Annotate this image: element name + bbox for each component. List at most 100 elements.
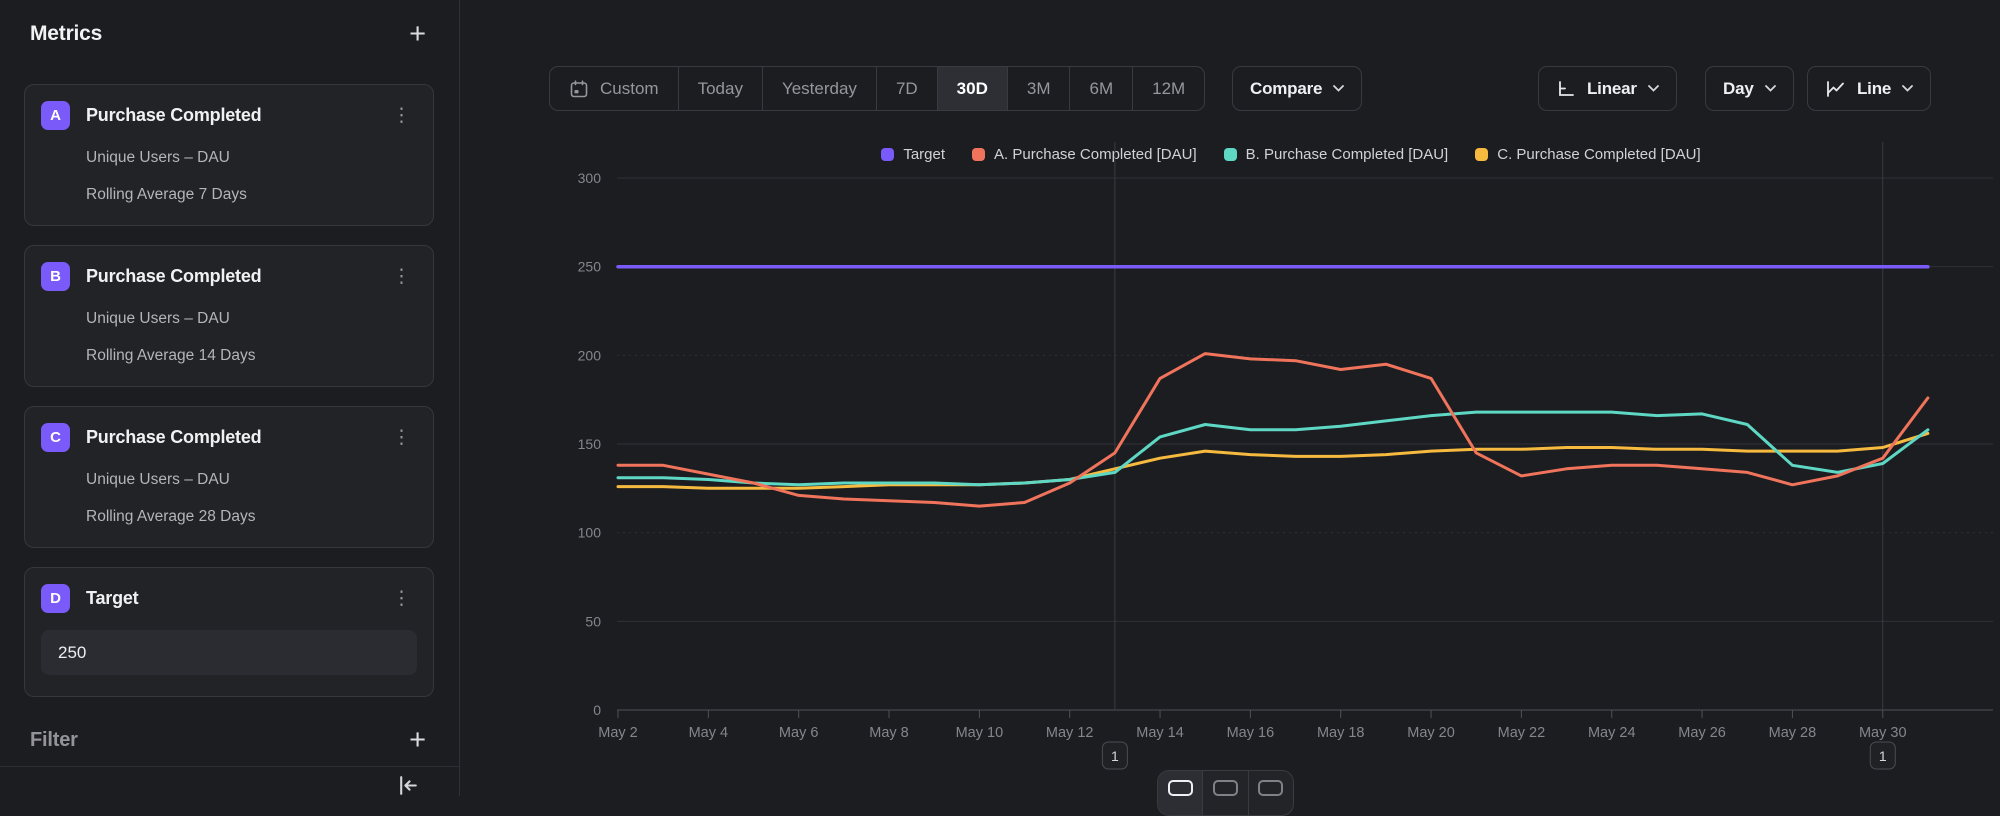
filter-title: Filter xyxy=(30,729,78,752)
range-option-today[interactable]: Today xyxy=(679,67,763,110)
filter-section: Filter + xyxy=(30,726,426,754)
x-tick-label: May 14 xyxy=(1136,725,1184,741)
metric-card-b[interactable]: B Purchase Completed ⋮ Unique Users – DAU Ro… xyxy=(24,245,434,387)
range-option-12m[interactable]: 12M xyxy=(1133,67,1204,110)
metric-badge: C xyxy=(41,423,70,452)
metric-badge: D xyxy=(41,584,70,613)
axis-scale-icon xyxy=(1556,79,1576,99)
metric-title: Purchase Completed xyxy=(86,266,370,287)
x-tick-label: May 2 xyxy=(598,725,638,741)
range-option-label: 6M xyxy=(1089,79,1113,99)
series-line-c xyxy=(618,433,1928,488)
metric-transform: Rolling Average 14 Days xyxy=(86,347,417,365)
metric-transform: Rolling Average 7 Days xyxy=(86,186,417,204)
chart-view-icon xyxy=(1168,780,1193,796)
collapse-sidebar-icon[interactable] xyxy=(396,773,421,803)
metric-transform: Rolling Average 28 Days xyxy=(86,508,417,526)
metric-measure: Unique Users – DAU xyxy=(86,310,417,328)
x-tick-label: May 10 xyxy=(956,725,1004,741)
target-card[interactable]: D Target ⋮ xyxy=(24,567,434,697)
annotation-badge-label: 1 xyxy=(1111,748,1119,764)
kebab-menu-icon[interactable]: ⋮ xyxy=(386,428,417,447)
metric-card-c[interactable]: CPurchase Completed⋮ Unique Users – DAU Ro… xyxy=(24,406,434,548)
chevron-down-icon xyxy=(1765,85,1776,92)
chart-canvas[interactable]: 300 250 200 150 100 50 0 May 2 May 4 May 6 May 8 Ma… xyxy=(461,130,2000,796)
add-filter-button[interactable]: + xyxy=(409,726,426,754)
x-tick-label: May 18 xyxy=(1317,725,1365,741)
x-tick-label: May 4 xyxy=(689,725,729,741)
table-view-icon xyxy=(1213,780,1238,796)
metrics-sidebar: Metrics + A Purchase Completed ⋮ Unique Use… xyxy=(0,0,460,796)
y-tick-label: 100 xyxy=(578,525,602,541)
chart-type-button[interactable]: Line xyxy=(1807,66,1931,111)
date-range-picker: Custom Today Yesterday 7D 30D 3M 6M 12M xyxy=(549,66,1205,111)
y-tick-label: 50 xyxy=(585,613,601,629)
metric-card-header: A Purchase Completed ⋮ xyxy=(41,101,417,130)
x-tick-label: May 20 xyxy=(1407,725,1455,741)
range-option-yesterday[interactable]: Yesterday xyxy=(763,67,877,110)
chart-panel: Custom Today Yesterday 7D 30D 3M 6M 12M Compare… xyxy=(461,0,2000,796)
y-tick-label: 200 xyxy=(578,347,602,363)
x-tick-label: May 30 xyxy=(1859,725,1907,741)
range-option-label: Custom xyxy=(600,79,659,99)
range-option-7d[interactable]: 7D xyxy=(877,67,938,110)
view-option-split-view[interactable] xyxy=(1249,771,1293,815)
x-tick-label: May 26 xyxy=(1678,725,1726,741)
metrics-header: Metrics + xyxy=(30,20,426,48)
compare-label: Compare xyxy=(1250,79,1322,99)
x-tick-label: May 16 xyxy=(1227,725,1275,741)
view-option-chart-view[interactable] xyxy=(1158,771,1203,815)
metric-measure: Unique Users – DAU xyxy=(86,471,417,489)
granularity-label: Day xyxy=(1723,79,1754,99)
x-tick-label: May 8 xyxy=(869,725,909,741)
scale-button[interactable]: Linear xyxy=(1538,66,1677,111)
kebab-menu-icon[interactable]: ⋮ xyxy=(386,589,417,608)
y-tick-label: 150 xyxy=(578,436,602,452)
target-card-header: D Target ⋮ xyxy=(41,584,417,613)
scale-label: Linear xyxy=(1587,79,1637,99)
x-tick-label: May 28 xyxy=(1769,725,1817,741)
metric-badge: B xyxy=(41,262,70,291)
range-option-6m[interactable]: 6M xyxy=(1070,67,1133,110)
sidebar-divider xyxy=(0,766,459,767)
range-option-3m[interactable]: 3M xyxy=(1008,67,1071,110)
y-tick-label: 0 xyxy=(593,702,601,718)
range-option-label: 7D xyxy=(896,79,918,99)
chart-type-label: Line xyxy=(1857,79,1891,99)
metric-card-a[interactable]: A Purchase Completed ⋮ Unique Users – DAU Ro… xyxy=(24,84,434,226)
metrics-title: Metrics xyxy=(30,22,102,46)
range-option-label: Yesterday xyxy=(782,79,857,99)
y-tick-label: 250 xyxy=(578,259,602,275)
target-title: Target xyxy=(86,588,370,609)
kebab-menu-icon[interactable]: ⋮ xyxy=(386,267,417,286)
range-option-custom[interactable]: Custom xyxy=(550,67,679,110)
x-tick-label: May 22 xyxy=(1498,725,1546,741)
range-option-label: 30D xyxy=(957,79,988,99)
x-tick-label: May 6 xyxy=(779,725,819,741)
y-tick-label: 300 xyxy=(578,170,602,186)
add-metric-button[interactable]: + xyxy=(409,20,426,48)
chevron-down-icon xyxy=(1902,85,1913,92)
kebab-menu-icon[interactable]: ⋮ xyxy=(386,106,417,125)
chevron-down-icon xyxy=(1648,85,1659,92)
x-tick-label: May 24 xyxy=(1588,725,1636,741)
metric-badge: A xyxy=(41,101,70,130)
metric-title: Purchase Completed xyxy=(86,105,370,126)
line-chart-icon xyxy=(1825,79,1846,99)
range-option-label: 3M xyxy=(1027,79,1051,99)
view-option-table-view[interactable] xyxy=(1203,771,1248,815)
target-value-input[interactable] xyxy=(41,630,417,675)
annotation-badge-label: 1 xyxy=(1879,748,1887,764)
range-option-label: 12M xyxy=(1152,79,1185,99)
metric-card-header: CPurchase Completed⋮ xyxy=(41,423,417,452)
compare-button[interactable]: Compare xyxy=(1232,66,1362,111)
series-line-b xyxy=(618,412,1928,485)
x-tick-label: May 12 xyxy=(1046,725,1094,741)
granularity-button[interactable]: Day xyxy=(1705,66,1794,111)
calendar-icon xyxy=(569,79,589,99)
metric-card-list: A Purchase Completed ⋮ Unique Users – DAU Ro… xyxy=(24,84,434,697)
range-option-30d[interactable]: 30D xyxy=(938,67,1008,110)
metric-card-header: B Purchase Completed ⋮ xyxy=(41,262,417,291)
metric-measure: Unique Users – DAU xyxy=(86,149,417,167)
split-view-icon xyxy=(1258,780,1283,796)
